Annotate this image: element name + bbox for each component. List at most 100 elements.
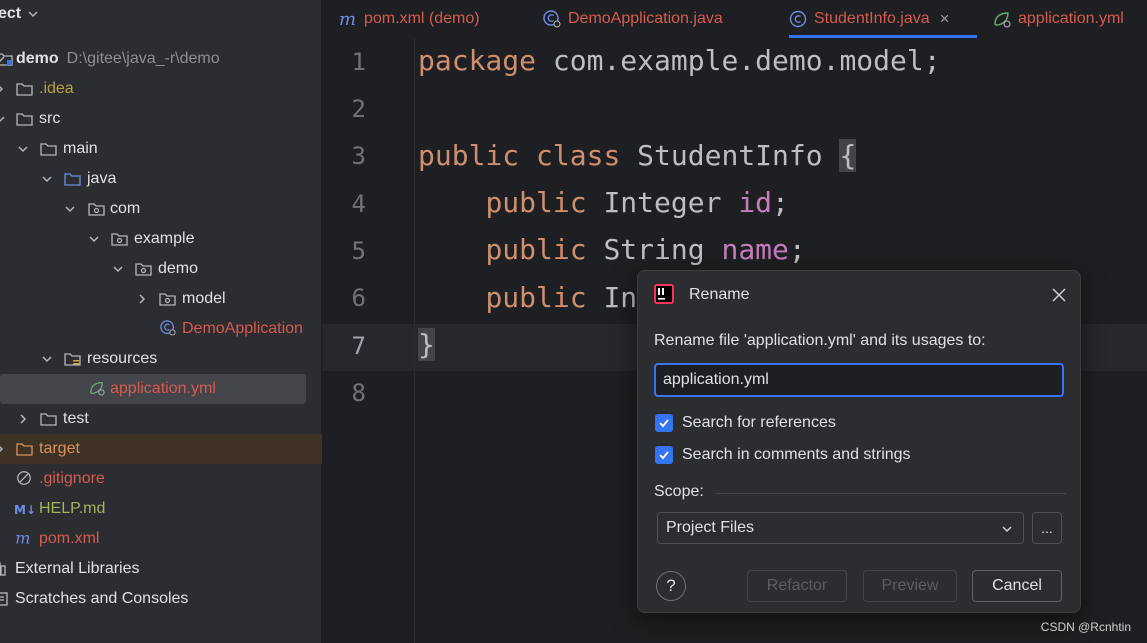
rename-prompt: Rename file 'application.yml' and its us…	[654, 332, 986, 349]
chevron-right-icon[interactable]	[136, 293, 148, 305]
tree-item-demo-package[interactable]: demo	[0, 254, 322, 284]
module-folder-icon	[0, 53, 13, 66]
tree-item-example[interactable]: example	[0, 224, 322, 254]
spring-class-icon	[160, 320, 176, 336]
code-line-6[interactable]: public In	[418, 281, 637, 314]
tree-label: .idea	[39, 80, 74, 97]
code-line-7[interactable]: }	[418, 328, 435, 361]
close-icon[interactable]	[1051, 287, 1067, 303]
tree-item-demoapplication[interactable]: DemoApplication	[0, 314, 322, 344]
scratches-icon	[0, 592, 8, 606]
refactor-button[interactable]: Refactor	[747, 570, 847, 602]
line-number: 8	[351, 379, 366, 407]
tree-label: main	[63, 140, 98, 157]
code-token: In	[603, 281, 638, 314]
source-folder-icon	[64, 173, 81, 186]
tree-item-resources[interactable]: resources	[0, 344, 322, 374]
rename-dialog: Rename Rename file 'application.yml' and…	[637, 270, 1081, 613]
folder-icon	[40, 143, 57, 156]
chevron-down-icon[interactable]	[88, 233, 100, 245]
tree-item-target[interactable]: target	[0, 434, 322, 464]
yaml-icon	[90, 382, 105, 396]
tree-item-demo-root[interactable]: demo D:\gitee\java_-r\demo	[0, 44, 322, 74]
code-token: package	[418, 44, 537, 77]
cancel-button[interactable]: Cancel	[972, 570, 1062, 602]
line-number: 7	[351, 332, 366, 360]
spring-class-icon	[543, 10, 561, 28]
tree-label: java	[87, 170, 117, 187]
code-token: }	[418, 328, 435, 361]
search-references-checkbox[interactable]: Search for references	[655, 412, 836, 434]
tree-item-main[interactable]: main	[0, 134, 322, 164]
project-panel-header[interactable]: ect	[0, 0, 39, 28]
tree-item-src[interactable]: src	[0, 104, 322, 134]
tree-item-pom-xml[interactable]: m pom.xml	[0, 524, 322, 554]
tab-application-yml[interactable]: application.yml	[993, 0, 1124, 38]
code-token: public	[418, 139, 520, 172]
chevron-right-icon[interactable]	[0, 443, 6, 455]
tree-item-model[interactable]: model	[0, 284, 322, 314]
chevron-down-icon[interactable]	[41, 173, 53, 185]
chevron-down-icon[interactable]	[0, 113, 6, 125]
tree-item-application-yml[interactable]: application.yml	[0, 374, 306, 404]
folder-icon	[40, 413, 57, 426]
scope-more-button[interactable]: ...	[1032, 512, 1062, 544]
tree-item-external-libraries[interactable]: External Libraries	[0, 554, 322, 584]
chevron-down-icon[interactable]	[112, 263, 124, 275]
dialog-title: Rename	[689, 286, 750, 303]
line-number: 1	[351, 48, 366, 76]
code-line-5[interactable]: public String name;	[418, 233, 805, 266]
package-icon	[88, 203, 105, 216]
help-button[interactable]: ?	[656, 571, 686, 601]
scope-select[interactable]: Project Files	[657, 512, 1024, 544]
code-token: com.example.demo.model;	[536, 44, 941, 77]
chevron-down-icon[interactable]	[27, 8, 39, 20]
code-line-1[interactable]: package com.example.demo.model;	[418, 44, 941, 77]
tree-label: demo	[16, 50, 59, 67]
tab-demoapplication[interactable]: DemoApplication.java	[543, 0, 723, 38]
tree-label: target	[39, 440, 80, 457]
chevron-down-icon[interactable]	[64, 203, 76, 215]
code-token: ;	[772, 186, 789, 219]
markdown-icon: M↓	[14, 503, 36, 517]
class-icon	[789, 10, 807, 28]
tab-label: pom.xml (demo)	[364, 10, 480, 27]
svg-text:M↓: M↓	[14, 503, 36, 517]
tree-label: com	[110, 200, 141, 217]
chevron-down-icon[interactable]	[41, 353, 53, 365]
tree-item-gitignore[interactable]: .gitignore	[0, 464, 322, 494]
checkbox-label: Search in comments and strings	[682, 446, 911, 463]
tree-label: resources	[87, 350, 158, 367]
tree-item-scratches[interactable]: Scratches and Consoles	[0, 584, 322, 614]
checkbox-checked-icon[interactable]	[655, 414, 673, 432]
chevron-right-icon[interactable]	[0, 83, 6, 95]
new-name-input[interactable]	[654, 363, 1064, 397]
tab-studentinfo[interactable]: StudentInfo.java ×	[789, 0, 977, 38]
line-number: 2	[351, 95, 366, 123]
intellij-logo-icon	[654, 284, 674, 304]
tree-item-idea[interactable]: .idea	[0, 74, 322, 104]
tree-label: test	[63, 410, 89, 427]
package-icon	[159, 293, 176, 306]
tab-pom-xml[interactable]: m pom.xml (demo)	[339, 0, 480, 38]
tree-item-help-md[interactable]: M↓ HELP.md	[0, 494, 322, 524]
tree-item-test[interactable]: test	[0, 404, 322, 434]
chevron-right-icon[interactable]	[17, 413, 29, 425]
resources-folder-icon	[64, 353, 81, 366]
code-token: public	[485, 186, 587, 219]
tree-item-com[interactable]: com	[0, 194, 322, 224]
search-comments-checkbox[interactable]: Search in comments and strings	[655, 444, 911, 466]
checkbox-checked-icon[interactable]	[655, 446, 673, 464]
chevron-down-icon[interactable]	[17, 143, 29, 155]
code-line-3[interactable]: public class StudentInfo {	[418, 139, 857, 172]
checkbox-label: Search for references	[682, 414, 836, 431]
excluded-folder-icon	[16, 443, 33, 456]
line-number: 3	[351, 142, 366, 170]
code-token: id	[738, 186, 773, 219]
line-number: 5	[351, 237, 366, 265]
tab-close-icon[interactable]: ×	[940, 9, 950, 29]
tree-item-java[interactable]: java	[0, 164, 322, 194]
maven-icon: m	[15, 530, 30, 546]
preview-button[interactable]: Preview	[863, 570, 957, 602]
code-line-4[interactable]: public Integer id;	[418, 186, 789, 219]
